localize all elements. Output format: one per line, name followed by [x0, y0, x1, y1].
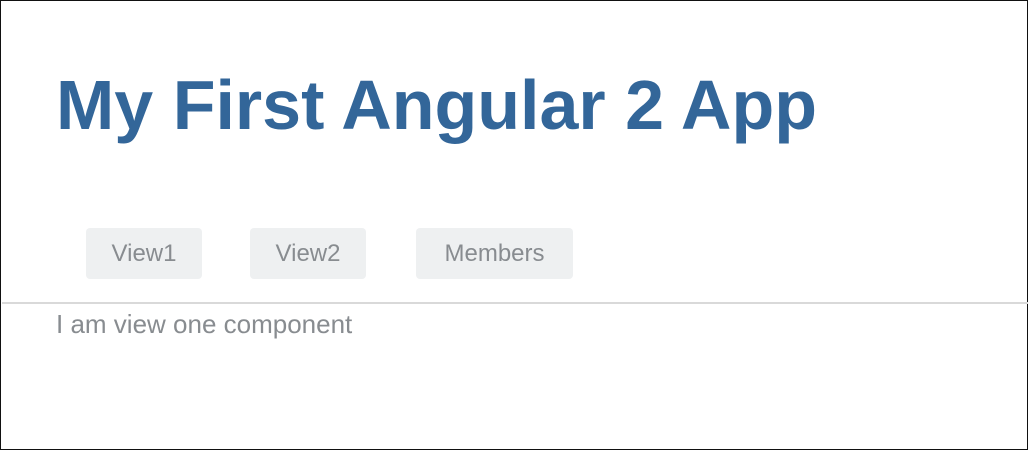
- app-window: My First Angular 2 App View1 View2 Membe…: [0, 0, 1028, 450]
- divider: [2, 302, 1028, 304]
- nav-link-view2[interactable]: View2: [250, 228, 366, 279]
- app-title: My First Angular 2 App: [56, 66, 817, 144]
- view-one-content: I am view one component: [56, 309, 353, 339]
- nav-link-view1[interactable]: View1: [86, 228, 202, 279]
- nav-link-members[interactable]: Members: [416, 228, 573, 279]
